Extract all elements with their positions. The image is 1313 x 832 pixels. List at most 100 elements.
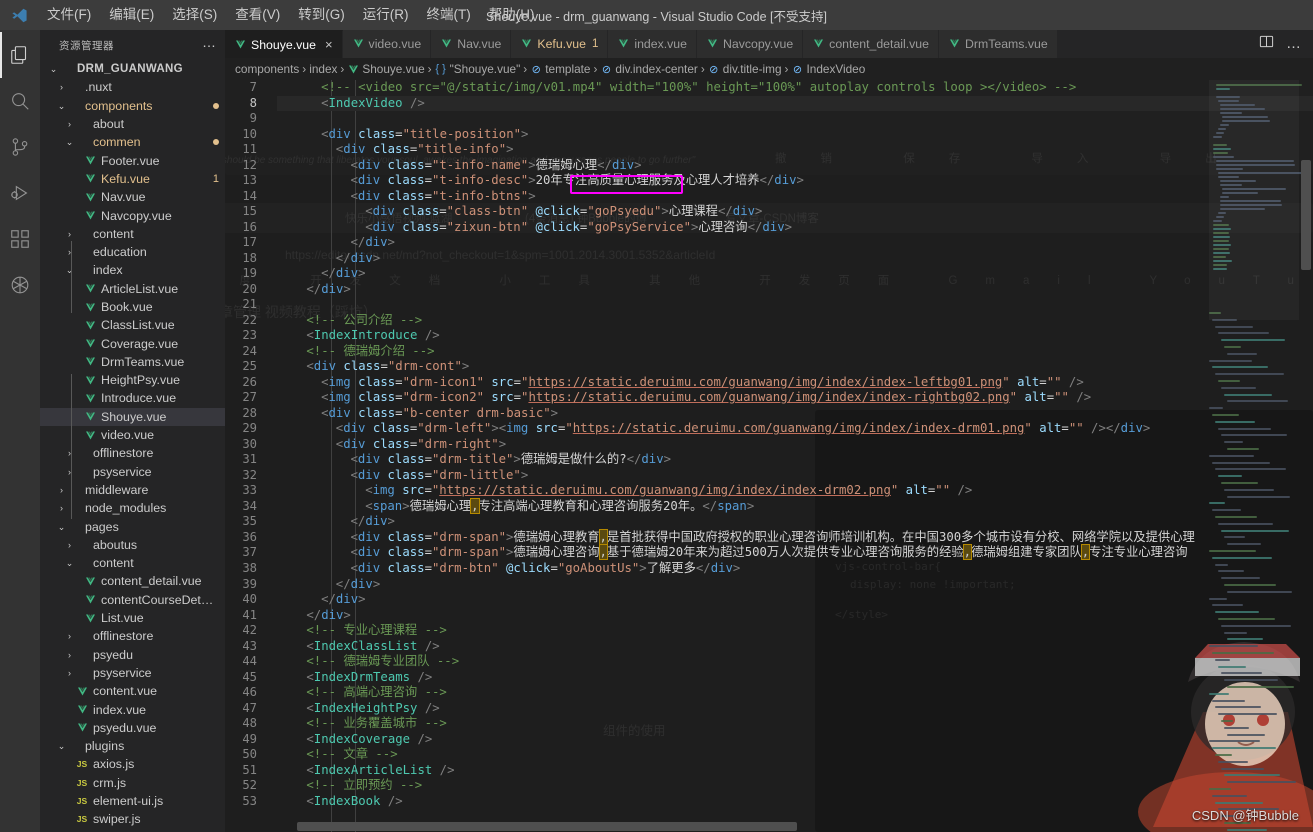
code-line[interactable]: <!-- 高端心理咨询 --> bbox=[277, 685, 1313, 701]
tree-folder-offlinestore[interactable]: › offlinestore bbox=[40, 444, 225, 462]
tree-file-swiper-js[interactable]: JS swiper.js bbox=[40, 810, 225, 828]
tree-file-kefu-vue[interactable]: Kefu.vue 1 bbox=[40, 170, 225, 188]
tree-folder-aboutus[interactable]: › aboutus bbox=[40, 536, 225, 554]
tree-folder-content[interactable]: › content bbox=[40, 225, 225, 243]
breadcrumb[interactable]: components › index › Shouye.vue ›{ } "Shouye.v… bbox=[225, 58, 1313, 80]
editor-tab-kefu-vue[interactable]: Kefu.vue 1 bbox=[511, 30, 609, 58]
explorer-more-icon[interactable]: … bbox=[202, 35, 217, 53]
chevron-right-icon[interactable]: › bbox=[64, 536, 75, 554]
tree-folder--nuxt[interactable]: › .nuxt bbox=[40, 78, 225, 96]
breadcrumb-item-div-index-center[interactable]: ⊘ div.index-center bbox=[600, 62, 698, 76]
breadcrumb-item-components[interactable]: components bbox=[235, 62, 299, 76]
chevron-right-icon[interactable]: › bbox=[64, 115, 75, 133]
tree-folder-components[interactable]: ⌄ components bbox=[40, 97, 225, 115]
code-line[interactable]: <div class="drm-left"><img src="https://… bbox=[277, 421, 1313, 437]
tree-file-contentcoursedetail-vue[interactable]: contentCourseDetail.vue bbox=[40, 591, 225, 609]
tree-file-element-ui-js[interactable]: JS element-ui.js bbox=[40, 792, 225, 810]
code-line[interactable]: <div class="title-info"> bbox=[277, 142, 1313, 158]
tree-folder-psyservice[interactable]: › psyservice bbox=[40, 463, 225, 481]
tree-file-classlist-vue[interactable]: ClassList.vue bbox=[40, 316, 225, 334]
chevron-down-icon[interactable]: ⌄ bbox=[56, 737, 67, 755]
tree-file-index-vue[interactable]: index.vue bbox=[40, 700, 225, 718]
code-line[interactable]: <IndexClassList /> bbox=[277, 639, 1313, 655]
menu-terminal[interactable]: 终端(T) bbox=[418, 0, 480, 30]
vertical-scrollbar[interactable] bbox=[1299, 80, 1313, 832]
tree-file-nav-vue[interactable]: Nav.vue bbox=[40, 188, 225, 206]
code-line[interactable]: <!-- 业务覆盖城市 --> bbox=[277, 716, 1313, 732]
activity-chatgpt-icon[interactable] bbox=[0, 262, 40, 308]
code-line[interactable]: </div> bbox=[277, 577, 1313, 593]
tree-file-drmteams-vue[interactable]: DrmTeams.vue bbox=[40, 353, 225, 371]
minimap-slider[interactable] bbox=[1209, 80, 1299, 320]
horizontal-scrollbar[interactable] bbox=[277, 822, 1209, 832]
code-line[interactable]: <IndexHeightPsy /> bbox=[277, 701, 1313, 717]
activity-extensions-icon[interactable] bbox=[0, 216, 40, 262]
code-line[interactable]: </div> bbox=[277, 608, 1313, 624]
code-line[interactable]: </div> bbox=[277, 592, 1313, 608]
breadcrumb-item-shouye-vue[interactable]: Shouye.vue bbox=[347, 62, 425, 76]
code-line[interactable]: <div class="t-info-btns"> bbox=[277, 189, 1313, 205]
code-line[interactable]: <!-- 专业心理课程 --> bbox=[277, 623, 1313, 639]
editor-tab-index-vue[interactable]: index.vue bbox=[608, 30, 697, 58]
code-line[interactable]: </div> bbox=[277, 251, 1313, 267]
code-line[interactable]: <!-- 德瑞姆专业团队 --> bbox=[277, 654, 1313, 670]
chevron-right-icon[interactable]: › bbox=[64, 243, 75, 261]
menu-run[interactable]: 运行(R) bbox=[354, 0, 418, 30]
code-line[interactable]: </div> bbox=[277, 235, 1313, 251]
tree-folder-commen[interactable]: ⌄ commen bbox=[40, 133, 225, 151]
chevron-right-icon[interactable]: › bbox=[64, 627, 75, 645]
tree-folder-plugins[interactable]: ⌄ plugins bbox=[40, 737, 225, 755]
code-line[interactable]: <div class="class-btn" @click="goPsyedu"… bbox=[277, 204, 1313, 220]
tree-file-list-vue[interactable]: List.vue bbox=[40, 609, 225, 627]
code-line[interactable]: <img src="https://static.deruimu.com/gua… bbox=[277, 483, 1313, 499]
code-line[interactable]: <IndexVideo /> bbox=[277, 95, 1313, 112]
code-line[interactable]: <IndexCoverage /> bbox=[277, 732, 1313, 748]
tree-folder-psyservice[interactable]: › psyservice bbox=[40, 664, 225, 682]
code-line[interactable]: <span>德瑞姆心理,专注高端心理教育和心理咨询服务20年。</span> bbox=[277, 497, 1313, 515]
tree-folder-psyedu[interactable]: › psyedu bbox=[40, 646, 225, 664]
activity-search-icon[interactable] bbox=[0, 78, 40, 124]
chevron-down-icon[interactable]: ⌄ bbox=[48, 60, 59, 78]
tree-file-axios-js[interactable]: JS axios.js bbox=[40, 755, 225, 773]
vertical-scrollbar-thumb[interactable] bbox=[1301, 160, 1311, 270]
menu-go[interactable]: 转到(G) bbox=[289, 0, 354, 30]
editor-tab-nav-vue[interactable]: Nav.vue bbox=[431, 30, 512, 58]
code-line[interactable]: <IndexDrmTeams /> bbox=[277, 670, 1313, 686]
chevron-right-icon[interactable]: › bbox=[56, 481, 67, 499]
chevron-right-icon[interactable]: › bbox=[64, 463, 75, 481]
chevron-down-icon[interactable]: ⌄ bbox=[64, 261, 75, 279]
code-line[interactable]: <!-- 文章 --> bbox=[277, 747, 1313, 763]
tree-file-content-vue[interactable]: content.vue bbox=[40, 682, 225, 700]
menu-select[interactable]: 选择(S) bbox=[163, 0, 226, 30]
code-line[interactable]: <img class="drm-icon1" src="https://stat… bbox=[277, 375, 1313, 391]
file-tree[interactable]: ⌄ DRM_GUANWANG › .nuxt ⌄ components › about ⌄ com… bbox=[40, 60, 225, 832]
tree-file-introduce-vue[interactable]: Introduce.vue bbox=[40, 389, 225, 407]
split-editor-icon[interactable] bbox=[1259, 34, 1274, 54]
tree-folder-about[interactable]: › about bbox=[40, 115, 225, 133]
breadcrumb-item--shouye-vue-[interactable]: { } "Shouye.vue" bbox=[435, 62, 520, 76]
menu-help[interactable]: 帮助(H) bbox=[480, 0, 544, 30]
activity-run-and-debug-icon[interactable] bbox=[0, 170, 40, 216]
code-line[interactable] bbox=[277, 111, 1313, 127]
editor-tab-content-detail-vue[interactable]: content_detail.vue bbox=[803, 30, 939, 58]
code-line[interactable]: <!-- 德瑞姆介绍 --> bbox=[277, 344, 1313, 360]
tree-file-crm-js[interactable]: JS crm.js bbox=[40, 774, 225, 792]
editor-tab-navcopy-vue[interactable]: Navcopy.vue bbox=[696, 30, 804, 58]
code-line[interactable]: <!-- 公司介绍 --> bbox=[277, 313, 1313, 329]
tab-close-icon[interactable]: × bbox=[325, 37, 333, 52]
menu-view[interactable]: 查看(V) bbox=[226, 0, 289, 30]
code-line[interactable]: </div> bbox=[277, 282, 1313, 298]
code-line[interactable]: <div class="drm-little"> bbox=[277, 468, 1313, 484]
tree-folder-middleware[interactable]: › middleware bbox=[40, 481, 225, 499]
menu-edit[interactable]: 编辑(E) bbox=[100, 0, 163, 30]
tree-file-shouye-vue[interactable]: Shouye.vue bbox=[40, 407, 225, 426]
activity-source-control-icon[interactable] bbox=[0, 124, 40, 170]
tree-folder-pages[interactable]: ⌄ pages bbox=[40, 517, 225, 535]
chevron-right-icon[interactable]: › bbox=[64, 664, 75, 682]
breadcrumb-item-indexvideo[interactable]: ⊘ IndexVideo bbox=[791, 62, 865, 76]
chevron-right-icon[interactable]: › bbox=[64, 444, 75, 462]
code-line[interactable] bbox=[277, 297, 1313, 313]
chevron-right-icon[interactable]: › bbox=[56, 78, 67, 96]
chevron-down-icon[interactable]: ⌄ bbox=[56, 97, 67, 115]
tree-file-book-vue[interactable]: Book.vue bbox=[40, 298, 225, 316]
